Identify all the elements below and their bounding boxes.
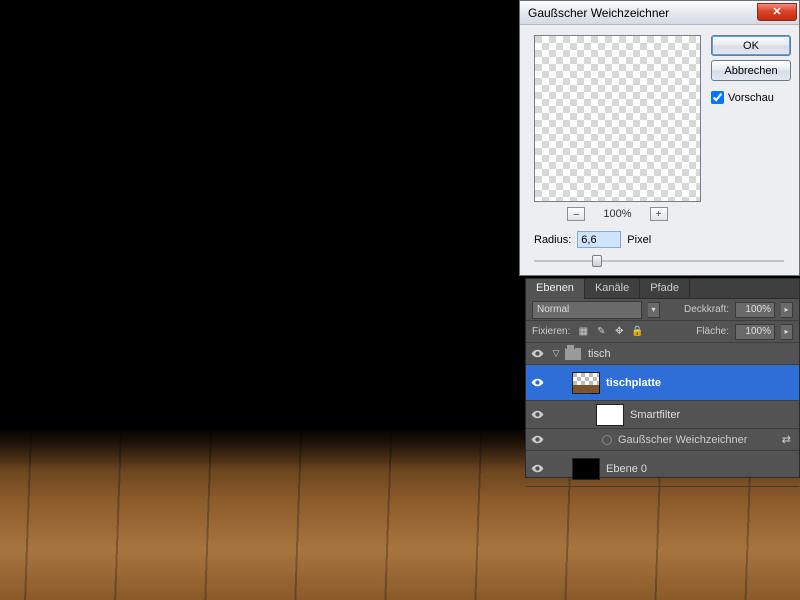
- opacity-value[interactable]: 100%: [735, 302, 775, 318]
- opacity-dropdown-icon[interactable]: ▸: [781, 302, 793, 318]
- radius-input[interactable]: [577, 231, 621, 248]
- lock-transparency-icon[interactable]: ▦: [576, 325, 590, 339]
- lock-pixels-icon[interactable]: ✎: [594, 325, 608, 339]
- smart-filters-row[interactable]: Smartfilter: [526, 401, 799, 429]
- eye-icon: [531, 408, 544, 421]
- gaussian-blur-dialog: Gaußscher Weichzeichner ✕ – 100% + OK Ab…: [519, 0, 800, 276]
- dialog-title: Gaußscher Weichzeichner: [528, 6, 757, 20]
- panel-tabs: Ebenen Kanäle Pfade: [526, 279, 799, 299]
- zoom-value: 100%: [603, 208, 631, 220]
- tab-channels[interactable]: Kanäle: [585, 279, 640, 299]
- slider-thumb[interactable]: [592, 255, 602, 267]
- lock-label: Fixieren:: [532, 326, 570, 337]
- minus-icon: –: [574, 209, 580, 220]
- fill-value[interactable]: 100%: [735, 324, 775, 340]
- radius-slider[interactable]: [534, 251, 784, 271]
- visibility-toggle[interactable]: [526, 462, 548, 475]
- group-name: tisch: [588, 348, 611, 360]
- layer-thumbnail[interactable]: [572, 372, 600, 394]
- blend-mode-value: Normal: [537, 304, 569, 315]
- eye-icon: [531, 462, 544, 475]
- zoom-out-button[interactable]: –: [567, 207, 585, 221]
- filter-entry-row[interactable]: Gaußscher Weichzeichner ⇄: [526, 429, 799, 451]
- preview-checkbox-row[interactable]: Vorschau: [711, 91, 791, 104]
- slider-track: [534, 260, 784, 262]
- filter-mask-thumbnail[interactable]: [596, 404, 624, 426]
- layer-thumbnail[interactable]: [572, 458, 600, 480]
- smart-object-icon: [591, 385, 600, 394]
- cancel-button[interactable]: Abbrechen: [711, 60, 791, 81]
- filter-preview[interactable]: [534, 35, 701, 202]
- filter-options-icon[interactable]: ⇄: [782, 433, 791, 446]
- plus-icon: +: [656, 209, 662, 220]
- visibility-toggle[interactable]: [526, 376, 548, 389]
- layer-group-row[interactable]: ▽ tisch: [526, 343, 799, 365]
- preview-checkbox-label: Vorschau: [728, 92, 774, 104]
- folder-icon: [564, 347, 582, 361]
- visibility-toggle[interactable]: [526, 347, 548, 360]
- visibility-toggle[interactable]: [526, 433, 548, 446]
- eye-icon: [531, 376, 544, 389]
- lock-position-icon[interactable]: ✥: [612, 325, 626, 339]
- filter-effect-icon: [602, 435, 612, 445]
- radius-label: Radius:: [534, 234, 571, 246]
- preview-checkbox[interactable]: [711, 91, 724, 104]
- close-icon: ✕: [772, 5, 781, 18]
- layers-panel: Ebenen Kanäle Pfade Normal ▾ Deckkraft: …: [525, 278, 800, 478]
- opacity-label: Deckkraft:: [684, 304, 729, 315]
- lock-all-icon[interactable]: 🔒: [630, 325, 644, 339]
- layer-name[interactable]: tischplatte: [606, 377, 661, 389]
- tab-paths[interactable]: Pfade: [640, 279, 690, 299]
- tab-layers[interactable]: Ebenen: [526, 279, 585, 299]
- zoom-in-button[interactable]: +: [650, 207, 668, 221]
- blend-mode-select[interactable]: Normal: [532, 301, 642, 319]
- dialog-titlebar[interactable]: Gaußscher Weichzeichner ✕: [520, 1, 799, 25]
- layer-name[interactable]: Ebene 0: [606, 463, 647, 475]
- eye-icon: [531, 347, 544, 360]
- group-collapse-toggle[interactable]: ▽: [548, 348, 564, 359]
- radius-unit: Pixel: [627, 234, 651, 246]
- fill-label: Fläche:: [696, 326, 729, 337]
- filter-name[interactable]: Gaußscher Weichzeichner: [618, 434, 747, 446]
- eye-icon: [531, 433, 544, 446]
- smartfilter-label: Smartfilter: [630, 409, 680, 421]
- ok-button[interactable]: OK: [711, 35, 791, 56]
- close-button[interactable]: ✕: [757, 3, 797, 21]
- layer-row-selected[interactable]: tischplatte: [526, 365, 799, 401]
- visibility-toggle[interactable]: [526, 408, 548, 421]
- fill-dropdown-icon[interactable]: ▸: [781, 324, 793, 340]
- blend-mode-dropdown-icon[interactable]: ▾: [648, 302, 660, 318]
- layer-row[interactable]: Ebene 0: [526, 451, 799, 487]
